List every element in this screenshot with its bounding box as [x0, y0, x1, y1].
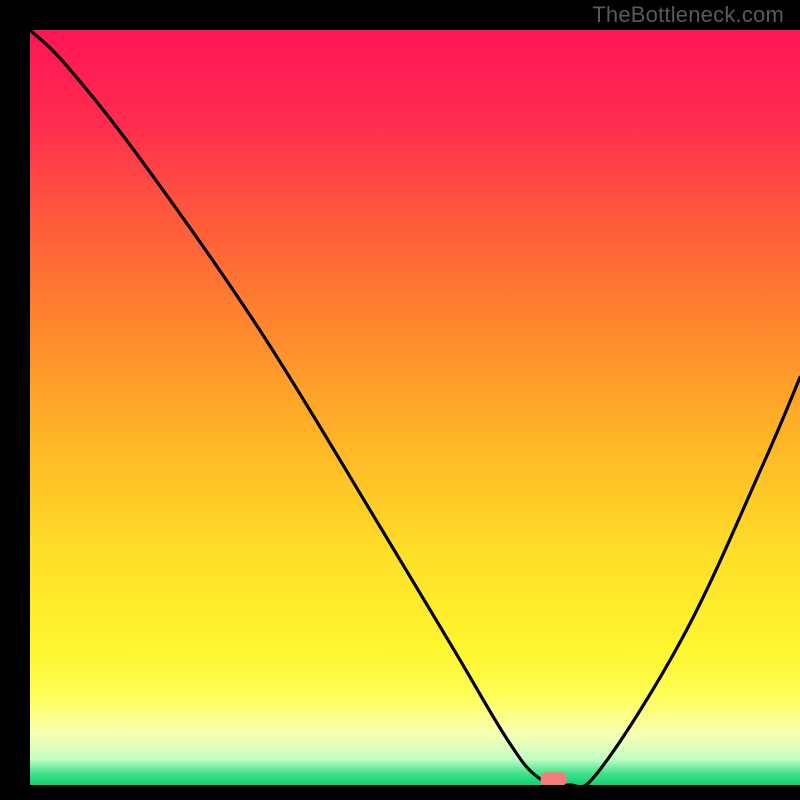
curve-layer [30, 30, 800, 785]
watermark-text: TheBottleneck.com [592, 2, 784, 28]
plot-area [30, 30, 800, 785]
chart-root: TheBottleneck.com [0, 0, 800, 800]
current-config-marker [541, 772, 567, 785]
bottleneck-curve [30, 30, 800, 785]
